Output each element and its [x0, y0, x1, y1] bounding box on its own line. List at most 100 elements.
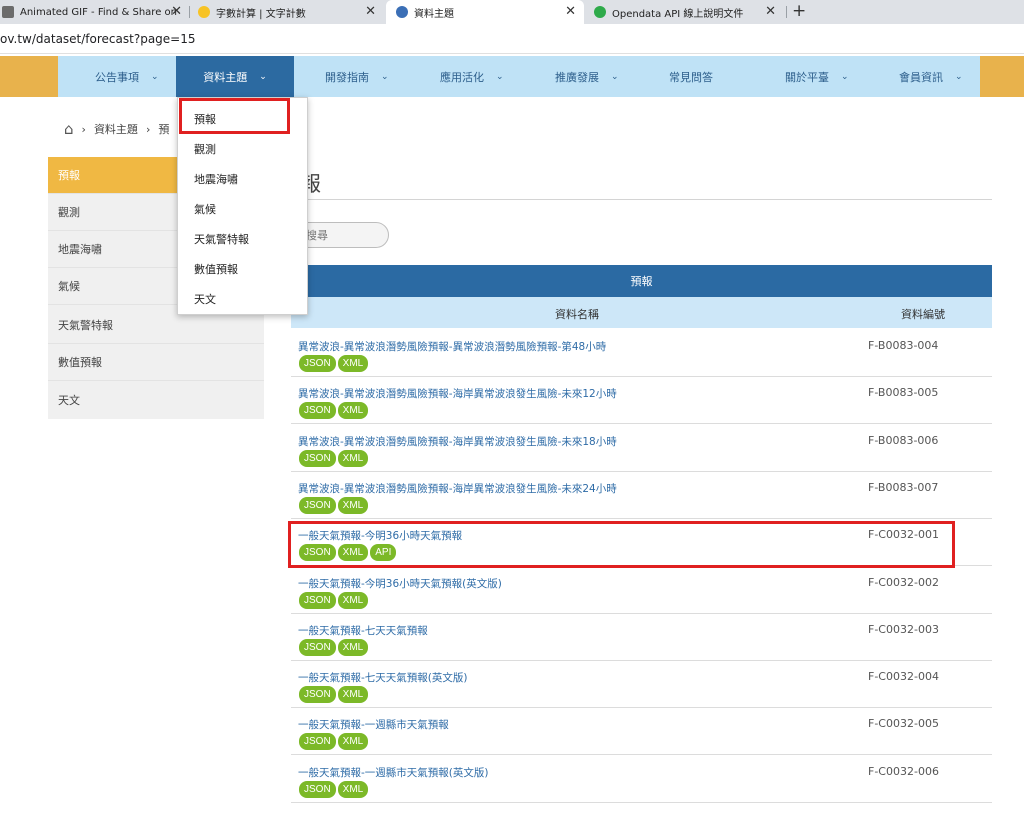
dataset-name-link[interactable]: 一般天氣預報-七天天氣預報 — [298, 623, 428, 638]
nav-label: 常見問答 — [669, 70, 713, 84]
table-row: 異常波浪-異常波浪潛勢風險預報-海岸異常波浪發生風險-未來12小時 F-B0083… — [291, 377, 992, 424]
format-badge-xml[interactable]: XML — [337, 686, 369, 703]
dropdown-item-observation[interactable]: 觀測 — [194, 141, 216, 157]
table-row: 一般天氣預報-今明36小時天氣預報(英文版) F-C0032-002 JSON XML — [291, 567, 992, 614]
dataset-name-link[interactable]: 異常波浪-異常波浪潛勢風險預報-異常波浪潛勢風險預報-第48小時 — [298, 339, 606, 354]
nav-item-data-topics[interactable]: 資料主題 ⌄ — [176, 56, 294, 97]
table-column-header: 資料名稱 資料編號 — [291, 297, 992, 328]
format-badge-json[interactable]: JSON — [299, 497, 336, 514]
breadcrumb-item-data-topics[interactable]: 資料主題 — [94, 121, 138, 137]
dropdown-item-astronomy[interactable]: 天文 — [194, 291, 216, 307]
dataset-name-link[interactable]: 異常波浪-異常波浪潛勢風險預報-海岸異常波浪發生風險-未來24小時 — [298, 481, 617, 496]
chevron-down-icon: ⌄ — [955, 71, 963, 82]
format-badges: JSON XML — [299, 497, 369, 514]
close-icon[interactable]: ✕ — [365, 5, 376, 18]
dataset-code: F-B0083-006 — [868, 434, 939, 447]
new-tab-button[interactable]: + — [792, 1, 806, 21]
search-input[interactable]: 搜尋 — [295, 222, 389, 248]
table-row: 異常波浪-異常波浪潛勢風險預報-海岸異常波浪發生風險-未來18小時 F-B0083… — [291, 425, 992, 472]
dataset-code: F-B0083-004 — [868, 339, 939, 352]
chevron-down-icon: ⌄ — [151, 71, 159, 82]
table-row: 一般天氣預報-一週縣市天氣預報 F-C0032-005 JSON XML — [291, 708, 992, 755]
format-badge-json[interactable]: JSON — [299, 686, 336, 703]
format-badge-json[interactable]: JSON — [299, 402, 336, 419]
nav-label: 應用活化 — [440, 70, 484, 84]
format-badges: JSON XML — [299, 781, 369, 798]
gif-favicon-icon — [2, 6, 14, 18]
site-nav-background: 公告事項 ⌄ 資料主題 ⌄ 開發指南 ⌄ 應用活化 ⌄ 推廣發展 ⌄ 常見問答 關於平臺 ⌄… — [0, 56, 1024, 97]
dataset-code: F-C0032-004 — [868, 670, 939, 683]
sidebar-item-astronomy[interactable]: 天文 — [48, 381, 264, 418]
dataset-name-link[interactable]: 一般天氣預報-今明36小時天氣預報(英文版) — [298, 576, 502, 591]
format-badge-json[interactable]: JSON — [299, 781, 336, 798]
nav-item-dev-guide[interactable]: 開發指南 ⌄ — [325, 56, 389, 97]
format-badge-xml[interactable]: XML — [337, 497, 369, 514]
browser-tab-active[interactable]: 資料主題 ✕ — [386, 0, 584, 24]
format-badge-xml[interactable]: XML — [337, 781, 369, 798]
column-name-header: 資料名稱 — [555, 308, 599, 321]
format-badge-xml[interactable]: XML — [337, 402, 369, 419]
format-badge-xml[interactable]: XML — [337, 639, 369, 656]
nav-item-applications[interactable]: 應用活化 ⌄ — [440, 56, 504, 97]
dataset-code: F-C0032-003 — [868, 623, 939, 636]
format-badge-xml[interactable]: XML — [337, 733, 369, 750]
format-badge-json[interactable]: JSON — [299, 355, 336, 372]
table-row: 異常波浪-異常波浪潛勢風險預報-異常波浪潛勢風險預報-第48小時 F-B0083-… — [291, 330, 992, 377]
dataset-code: F-B0083-005 — [868, 386, 939, 399]
search-placeholder: 搜尋 — [306, 229, 328, 242]
table-row: 一般天氣預報-七天天氣預報 F-C0032-003 JSON XML — [291, 614, 992, 661]
site-favicon-icon — [396, 6, 408, 18]
nav-item-about[interactable]: 關於平臺 ⌄ — [785, 56, 849, 97]
browser-tab-wordcount[interactable]: 字數計算 | 文字計數 ✕ — [194, 0, 384, 24]
dataset-name-link[interactable]: 一般天氣預報-七天天氣預報(英文版) — [298, 670, 467, 685]
nav-item-member[interactable]: 會員資訊 ⌄ — [899, 56, 963, 97]
browser-tab-gif[interactable]: Animated GIF - Find & Share on ✕ — [0, 0, 186, 24]
opendata-favicon-icon — [594, 6, 606, 18]
nav-item-faq[interactable]: 常見問答 — [669, 56, 713, 97]
nav-label: 推廣發展 — [555, 70, 599, 84]
address-bar[interactable]: ov.tw/dataset/forecast?page=15 — [0, 24, 1024, 54]
breadcrumb-separator: › — [81, 122, 86, 136]
format-badge-xml[interactable]: XML — [337, 450, 369, 467]
tab-divider — [786, 6, 787, 18]
close-icon[interactable]: ✕ — [765, 5, 776, 18]
dataset-name-link[interactable]: 一般天氣預報-一週縣市天氣預報 — [298, 717, 449, 732]
dropdown-item-numerical[interactable]: 數值預報 — [194, 261, 238, 277]
format-badges: JSON XML — [299, 639, 369, 656]
nav-label: 開發指南 — [325, 70, 369, 84]
table-row: 異常波浪-異常波浪潛勢風險預報-海岸異常波浪發生風險-未來24小時 F-B0083… — [291, 472, 992, 519]
format-badge-json[interactable]: JSON — [299, 733, 336, 750]
nav-item-promotion[interactable]: 推廣發展 ⌄ — [555, 56, 619, 97]
nav-label: 關於平臺 — [785, 70, 829, 84]
dataset-name-link[interactable]: 一般天氣預報-一週縣市天氣預報(英文版) — [298, 765, 488, 780]
breadcrumb-item-forecast[interactable]: 預 — [158, 121, 169, 137]
sidebar-item-numerical[interactable]: 數值預報 — [48, 344, 264, 381]
chevron-down-icon: ⌄ — [496, 71, 504, 82]
chevron-down-icon: ⌄ — [381, 71, 389, 82]
format-badge-json[interactable]: JSON — [299, 639, 336, 656]
tab-title: 字數計算 | 文字計數 — [216, 8, 306, 20]
browser-tab-strip: Animated GIF - Find & Share on ✕ 字數計算 | … — [0, 0, 1024, 24]
dataset-name-link[interactable]: 異常波浪-異常波浪潛勢風險預報-海岸異常波浪發生風險-未來18小時 — [298, 434, 617, 449]
close-icon[interactable]: ✕ — [171, 5, 182, 18]
format-badge-json[interactable]: JSON — [299, 450, 336, 467]
format-badge-json[interactable]: JSON — [299, 592, 336, 609]
format-badge-xml[interactable]: XML — [337, 355, 369, 372]
dropdown-item-earthquake[interactable]: 地震海嘯 — [194, 171, 238, 187]
tab-divider — [189, 6, 190, 18]
format-badge-xml[interactable]: XML — [337, 592, 369, 609]
format-badges: JSON XML — [299, 592, 369, 609]
dropdown-item-warnings[interactable]: 天氣警特報 — [194, 231, 249, 247]
title-divider — [291, 199, 992, 200]
dropdown-item-climate[interactable]: 氣候 — [194, 201, 216, 217]
breadcrumb-separator: › — [145, 122, 151, 136]
url-text[interactable]: ov.tw/dataset/forecast?page=15 — [0, 32, 196, 46]
dataset-name-link[interactable]: 異常波浪-異常波浪潛勢風險預報-海岸異常波浪發生風險-未來12小時 — [298, 386, 617, 401]
dataset-code: F-C0032-006 — [868, 765, 939, 778]
column-code-header: 資料編號 — [901, 308, 945, 321]
nav-item-announcements[interactable]: 公告事項 ⌄ — [95, 56, 159, 97]
browser-tab-opendata[interactable]: Opendata API 線上說明文件 ✕ — [588, 0, 784, 24]
home-icon[interactable]: ⌂ — [64, 120, 74, 138]
chevron-down-icon: ⌄ — [841, 71, 849, 82]
close-icon[interactable]: ✕ — [565, 5, 576, 18]
